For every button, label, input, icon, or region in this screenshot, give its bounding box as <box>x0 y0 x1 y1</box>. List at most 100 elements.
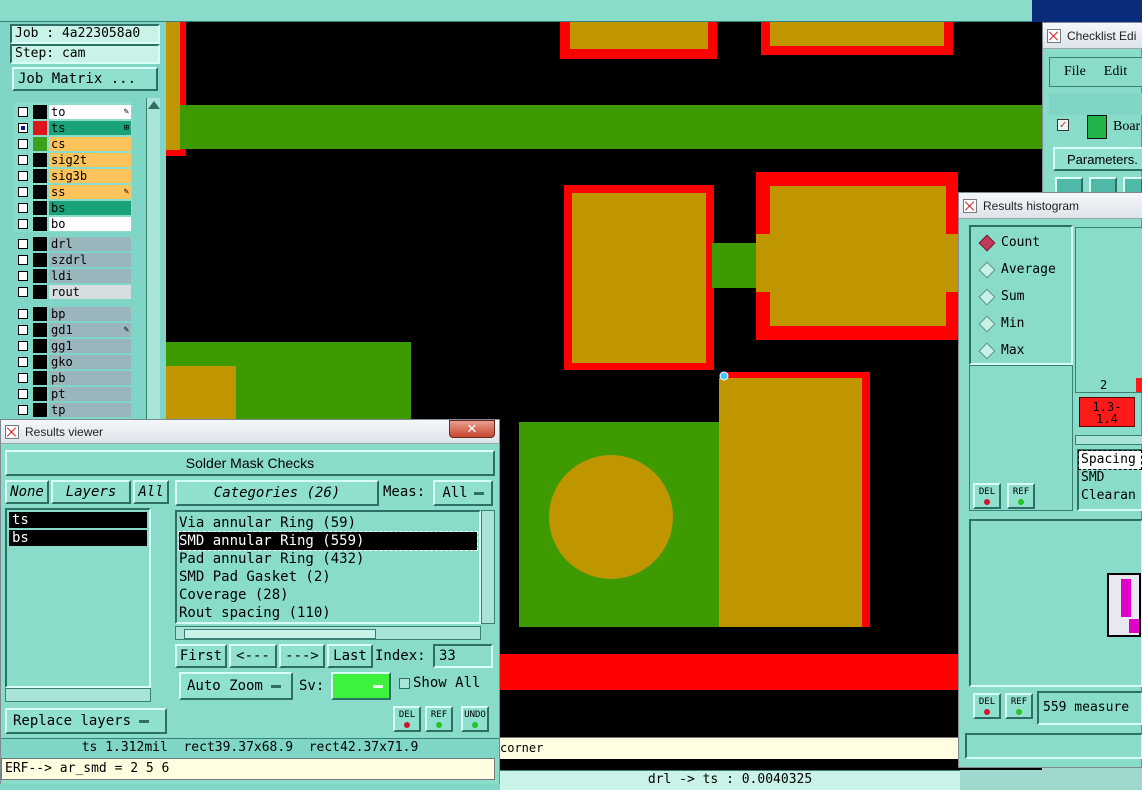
categories-button[interactable]: Categories (26) <box>175 480 379 506</box>
job-matrix-button[interactable]: Job Matrix ... <box>12 67 158 91</box>
first-button[interactable]: First <box>175 644 227 668</box>
layer-color-swatch[interactable] <box>33 370 47 385</box>
layer-result-list[interactable]: ts bs <box>5 508 151 688</box>
stat-option-max[interactable]: Max <box>971 337 1071 364</box>
result-layer-item[interactable]: ts <box>9 512 147 528</box>
radio-icon[interactable] <box>978 261 996 278</box>
menu-edit[interactable]: Edit <box>1104 64 1127 80</box>
layer-color-swatch[interactable] <box>33 120 47 135</box>
hist-ref-button[interactable]: REF <box>1007 483 1035 509</box>
none-button[interactable]: None <box>5 480 49 504</box>
layer-row-gd1[interactable]: gd1 ✎ <box>14 322 131 337</box>
histogram-list-item[interactable]: Clearan <box>1079 487 1141 505</box>
layer-checkbox[interactable] <box>18 356 28 367</box>
layer-checkbox[interactable] <box>18 138 28 149</box>
layer-row-bp[interactable]: bp <box>14 306 131 321</box>
histogram-list[interactable]: Spacing SMD Clearan <box>1077 449 1142 511</box>
result-layer-item[interactable]: bs <box>9 530 147 546</box>
layer-row-tp[interactable]: tp <box>14 402 131 417</box>
all-button[interactable]: All <box>133 480 169 504</box>
layer-checkbox[interactable] <box>18 170 28 181</box>
minimap[interactable] <box>969 519 1142 687</box>
layer-row-ts[interactable]: ts ⊞ <box>14 120 131 135</box>
layer-row-gg1[interactable]: gg1 <box>14 338 131 353</box>
layer-checkbox[interactable] <box>18 340 28 351</box>
layer-color-swatch[interactable] <box>33 184 47 199</box>
radio-icon[interactable] <box>978 315 996 332</box>
radio-icon[interactable] <box>978 288 996 305</box>
category-list[interactable]: Via annular Ring (59) SMD annular Ring (5… <box>175 510 481 624</box>
layer-row-pt[interactable]: pt <box>14 386 131 401</box>
index-input[interactable]: 33 <box>433 644 493 668</box>
parameters-button[interactable]: Parameters. <box>1053 147 1142 171</box>
stat-option-sum[interactable]: Sum <box>971 283 1071 310</box>
histogram-list-item[interactable]: Spacing <box>1078 450 1142 470</box>
layer-scrollbar[interactable] <box>146 98 160 422</box>
layer-checkbox[interactable] <box>18 286 28 297</box>
layer-checkbox[interactable] <box>18 154 28 165</box>
layer-checkbox[interactable] <box>18 186 28 197</box>
layer-checkbox[interactable] <box>18 324 28 335</box>
layer-color-swatch[interactable] <box>33 216 47 231</box>
layer-color-swatch[interactable] <box>33 168 47 183</box>
stat-option-min[interactable]: Min <box>971 310 1071 337</box>
layer-color-swatch[interactable] <box>33 354 47 369</box>
radio-icon[interactable] <box>978 234 996 251</box>
category-item[interactable]: Coverage (28) <box>179 586 477 604</box>
next-button[interactable]: ---> <box>279 644 325 668</box>
replace-layers-dropdown[interactable]: Replace layers <box>5 708 167 734</box>
layer-checkbox[interactable] <box>18 308 28 319</box>
layer-list-scrollbar[interactable] <box>151 508 169 688</box>
stat-option-count[interactable]: Count <box>971 229 1071 256</box>
layer-row-ldi[interactable]: ldi <box>14 268 131 283</box>
layer-row-ss[interactable]: ss ✎ <box>14 184 131 199</box>
category-scrollbar[interactable] <box>481 510 495 624</box>
layer-row-pb[interactable]: pb <box>14 370 131 385</box>
layer-row-bo[interactable]: bo <box>14 216 131 231</box>
layer-color-swatch[interactable] <box>33 338 47 353</box>
layer-color-swatch[interactable] <box>33 322 47 337</box>
histogram-list-item[interactable]: SMD <box>1079 469 1141 487</box>
layer-color-swatch[interactable] <box>33 284 47 299</box>
layer-checkbox[interactable] <box>18 388 28 399</box>
layer-row-szdrl[interactable]: szdrl <box>14 252 131 267</box>
show-all-checkbox[interactable] <box>399 678 410 689</box>
histogram-range-bin[interactable]: 1.3- 1.4 <box>1079 397 1135 427</box>
layer-list-hscroll[interactable] <box>5 688 151 702</box>
layer-color-swatch[interactable] <box>33 306 47 321</box>
layer-color-swatch[interactable] <box>33 152 47 167</box>
ref-button[interactable]: REF <box>425 706 453 732</box>
category-item[interactable]: Pad annular Ring (432) <box>179 550 477 568</box>
histogram-hscroll[interactable] <box>1075 435 1142 445</box>
stat-option-average[interactable]: Average <box>971 256 1071 283</box>
layer-row-rout[interactable]: rout <box>14 284 131 299</box>
layer-checkbox[interactable] <box>18 238 28 249</box>
layer-color-swatch[interactable] <box>33 236 47 251</box>
layer-checkbox[interactable] <box>18 202 28 213</box>
layer-row-gko[interactable]: gko <box>14 354 131 369</box>
layer-row-drl[interactable]: drl <box>14 236 131 251</box>
category-item[interactable]: Via annular Ring (59) <box>179 514 477 532</box>
category-hscroll[interactable] <box>175 626 481 640</box>
layer-checkbox[interactable] <box>18 270 28 281</box>
severity-dropdown[interactable] <box>331 672 391 700</box>
hist-del-button[interactable]: DEL <box>973 483 1001 509</box>
layer-row-sig2t[interactable]: sig2t <box>14 152 131 167</box>
board-checkbox[interactable]: ✓ <box>1057 119 1069 131</box>
layer-color-swatch[interactable] <box>33 104 47 119</box>
map-del-button[interactable]: DEL <box>973 693 1001 719</box>
layer-row-bs[interactable]: bs <box>14 200 131 215</box>
category-item[interactable]: SMD annular Ring (559) <box>178 531 478 551</box>
layer-row-cs[interactable]: cs <box>14 136 131 151</box>
layer-color-swatch[interactable] <box>33 252 47 267</box>
layers-button[interactable]: Layers <box>51 480 131 504</box>
menu-file[interactable]: File <box>1064 64 1086 80</box>
layer-checkbox[interactable] <box>18 218 28 229</box>
last-button[interactable]: Last <box>327 644 373 668</box>
radio-icon[interactable] <box>978 342 996 359</box>
layer-color-swatch[interactable] <box>33 200 47 215</box>
layer-row-sig3b[interactable]: sig3b <box>14 168 131 183</box>
map-ref-button[interactable]: REF <box>1005 693 1033 719</box>
layer-checkbox[interactable] <box>18 372 28 383</box>
undo-button[interactable]: UNDO <box>461 706 489 732</box>
